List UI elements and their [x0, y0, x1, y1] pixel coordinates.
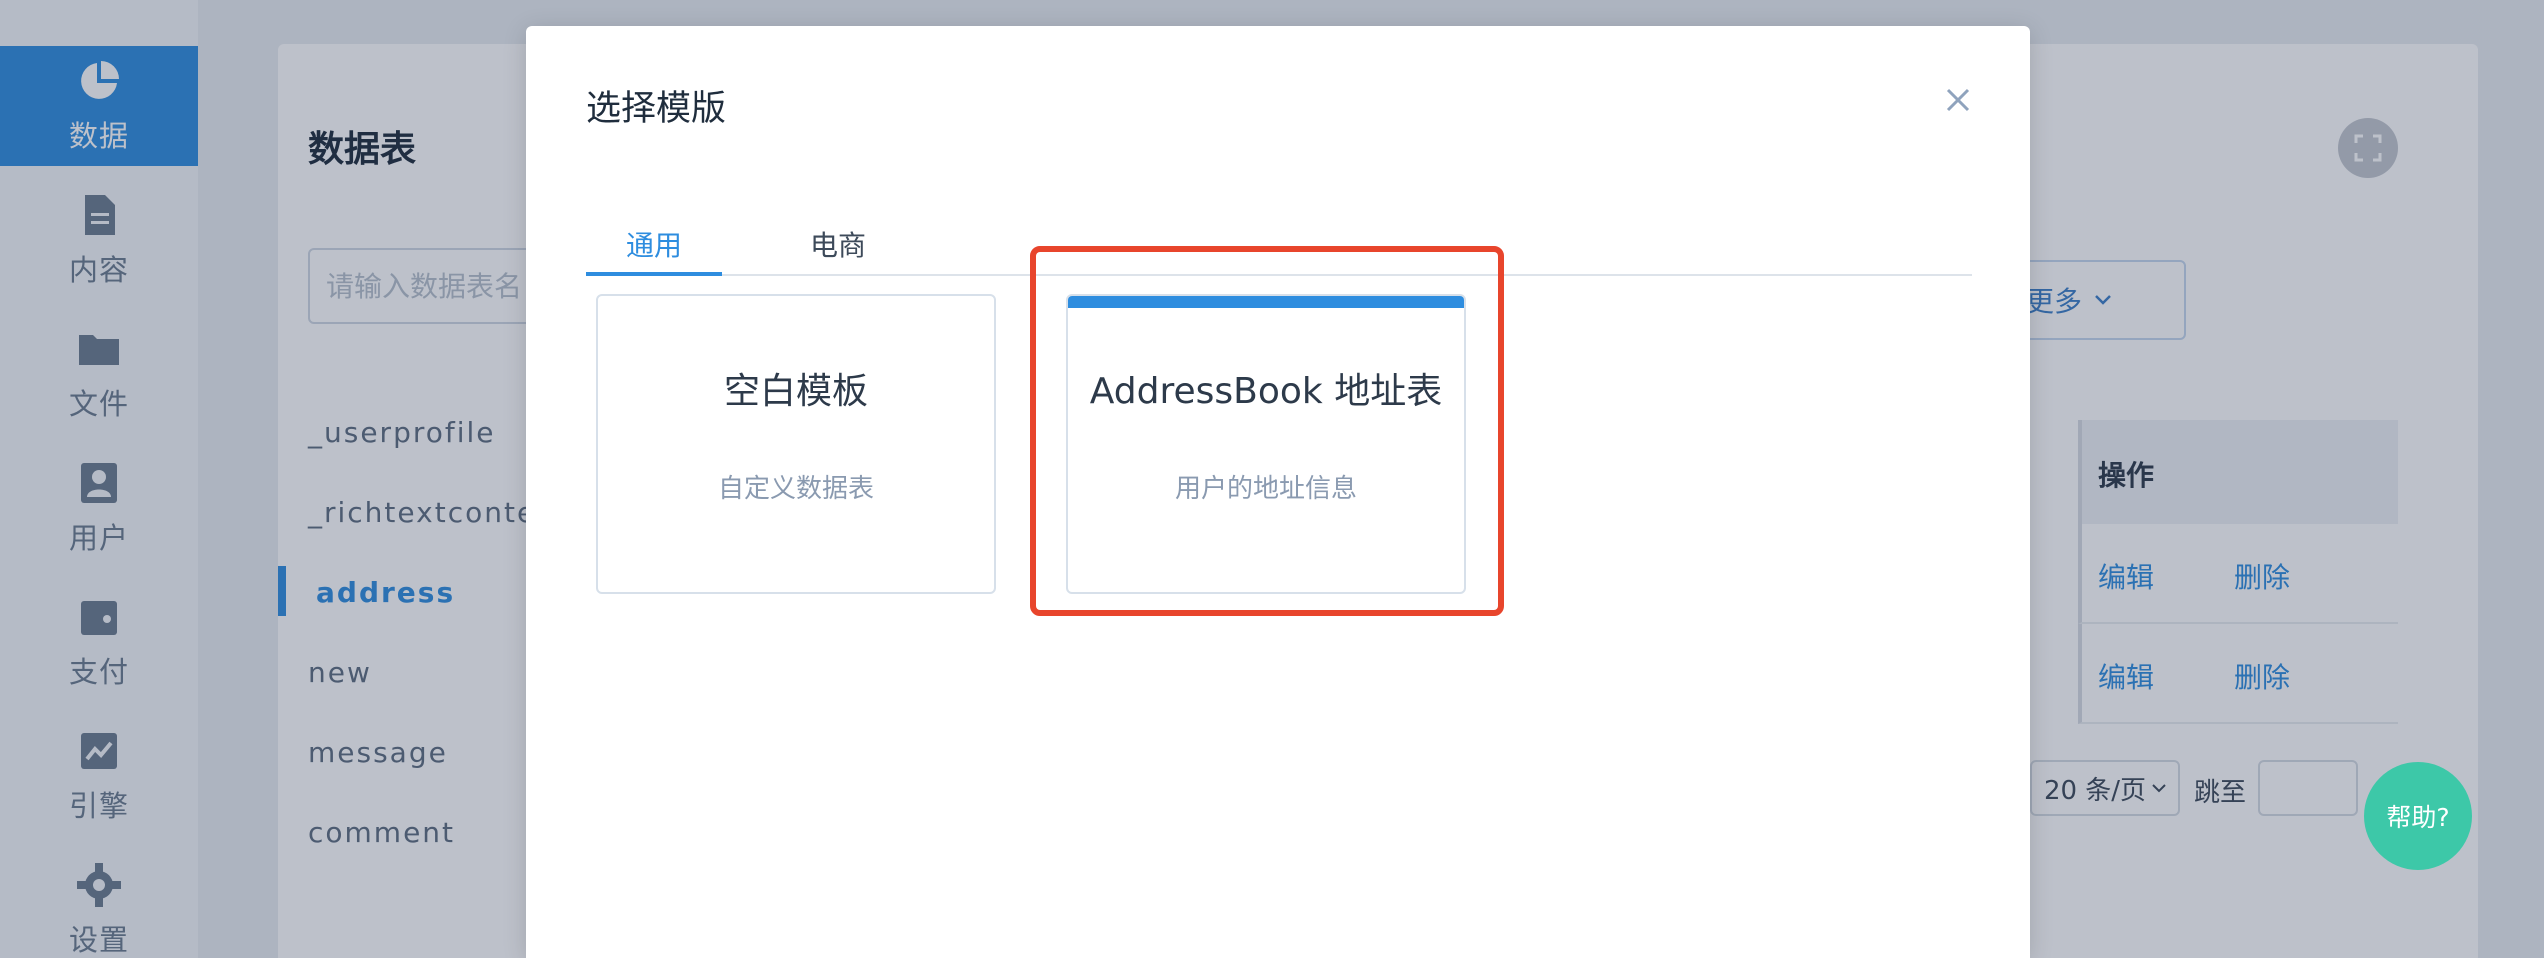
tab-active-underline: [586, 272, 722, 276]
tab-general[interactable]: 通用: [626, 224, 682, 264]
help-button[interactable]: 帮助?: [2364, 762, 2472, 870]
close-icon[interactable]: [1938, 80, 1978, 120]
tab-ecommerce[interactable]: 电商: [810, 224, 866, 264]
template-description: 自定义数据表: [717, 474, 874, 504]
highlight-box: [1030, 246, 1504, 616]
help-button-label: 帮助?: [2386, 803, 2450, 832]
modal-title: 选择模版: [586, 89, 727, 129]
template-title: 空白模板: [723, 371, 868, 412]
template-card-blank[interactable]: 空白模板 自定义数据表: [596, 294, 996, 594]
